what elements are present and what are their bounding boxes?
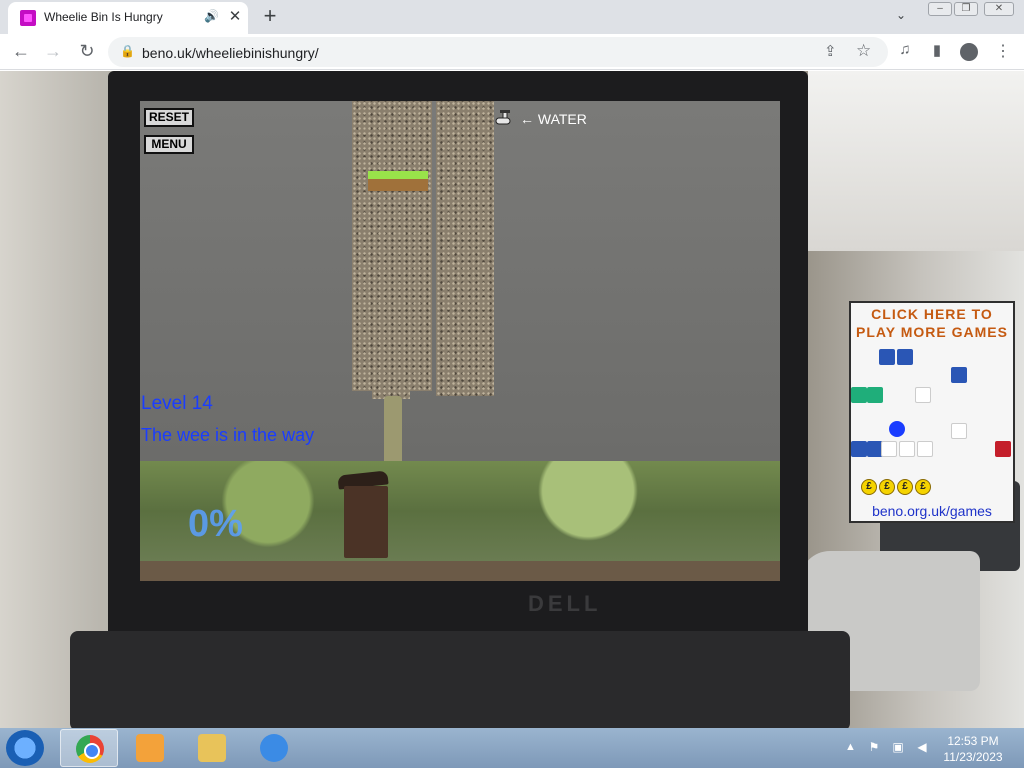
ad-monster-icon [995, 441, 1011, 457]
forward-icon[interactable]: → [42, 41, 64, 62]
taskbar: ▲ ⚑ ▣ ◀ 12:53 PM 11/23/2023 [0, 728, 1024, 768]
wheelie-bin [344, 486, 388, 558]
progress-percent: 0% [188, 503, 243, 545]
ad-white-block [951, 423, 967, 439]
tap-icon[interactable] [494, 109, 516, 129]
share-icon[interactable]: ⇪ [824, 42, 837, 60]
ad-title[interactable]: CLICK HERE TO PLAY MORE GAMES [851, 305, 1013, 341]
ad-url[interactable]: beno.org.uk/games [851, 503, 1013, 519]
coin-icon: £ [915, 479, 931, 495]
audio-icon[interactable]: 🔊 [204, 9, 219, 23]
ad-character-icon [889, 421, 905, 437]
ad-white-block [915, 387, 931, 403]
taskbar-chrome-icon[interactable] [60, 729, 118, 767]
address-bar[interactable]: 🔒 beno.uk/wheeliebinishungry/ ⇪ ☆ [108, 37, 888, 67]
menu-button[interactable]: MENU [144, 135, 194, 154]
water-label: ← WATER [520, 111, 587, 127]
tab-strip: Wheelie Bin Is Hungry 🔊 ✕ + ⌄ – ❐ ✕ [0, 0, 1024, 34]
ad-green-block [867, 387, 883, 403]
ad-white-block [881, 441, 897, 457]
new-tab-icon[interactable]: + [260, 3, 280, 29]
ad-white-block [899, 441, 915, 457]
page-viewport: DELL RESET MENU ← WATER Level 14 The wee… [0, 71, 1024, 728]
lock-icon[interactable]: 🔒 [120, 44, 135, 58]
volume-icon[interactable]: ◀ [914, 740, 930, 756]
taskbar-media-player-icon[interactable] [136, 734, 164, 762]
ad-blue-block [897, 349, 913, 365]
reset-button[interactable]: RESET [144, 108, 194, 127]
browser-tab[interactable]: Wheelie Bin Is Hungry 🔊 ✕ [8, 2, 248, 34]
tab-title: Wheelie Bin Is Hungry [44, 10, 163, 24]
browser-toolbar: ← → ↻ 🔒 beno.uk/wheeliebinishungry/ ⇪ ☆ … [0, 34, 1024, 70]
game-canvas[interactable]: RESET MENU ← WATER Level 14 The wee is i… [140, 101, 780, 581]
taskbar-file-explorer-icon[interactable] [198, 734, 226, 762]
ad-blue-block [951, 367, 967, 383]
coin-icon: £ [897, 479, 913, 495]
network-icon[interactable]: ▣ [890, 740, 906, 756]
grass-platform-top [368, 171, 428, 179]
action-center-icon[interactable]: ⚑ [866, 740, 882, 756]
star-icon[interactable]: ☆ [856, 41, 871, 61]
favicon-icon [20, 10, 36, 26]
taskbar-internet-explorer-icon[interactable] [260, 734, 288, 762]
more-games-ad[interactable]: CLICK HERE TO PLAY MORE GAMES £ £ £ £ be… [849, 301, 1015, 523]
ad-blue-block [851, 441, 867, 457]
tray-expand-icon[interactable]: ▲ [845, 741, 856, 753]
maximize-window-button[interactable]: ❐ [954, 2, 978, 16]
gravel-right-column[interactable] [436, 101, 494, 396]
kebab-icon[interactable]: ⋮ [992, 41, 1014, 61]
clock-time[interactable]: 12:53 PM [938, 734, 1008, 748]
ad-green-block [851, 387, 867, 403]
profile-icon[interactable] [960, 43, 978, 61]
media-icon[interactable]: ♫ [894, 41, 916, 58]
tab-search-icon[interactable]: ⌄ [896, 8, 906, 22]
gravel-left-column[interactable] [352, 101, 432, 391]
url-text[interactable]: beno.uk/wheeliebinishungry/ [142, 45, 319, 61]
laptop-keyboard [70, 631, 850, 728]
side-panel-icon[interactable]: ▮ [926, 41, 948, 59]
level-label: Level 14 [141, 393, 213, 414]
coin-icon: £ [861, 479, 877, 495]
background-wall [808, 71, 1024, 251]
ad-blue-block [879, 349, 895, 365]
minimize-window-button[interactable]: – [928, 2, 952, 16]
close-icon[interactable]: ✕ [226, 7, 244, 25]
reload-icon[interactable]: ↻ [76, 41, 98, 62]
clock-date[interactable]: 11/23/2023 [938, 750, 1008, 764]
soil-strip [140, 561, 780, 581]
back-icon[interactable]: ← [10, 41, 32, 62]
ad-white-block [917, 441, 933, 457]
start-button[interactable] [6, 730, 44, 766]
dell-logo: DELL [528, 591, 602, 616]
level-hint: The wee is in the way [141, 425, 315, 445]
close-window-button[interactable]: ✕ [984, 2, 1014, 16]
coin-icon: £ [879, 479, 895, 495]
